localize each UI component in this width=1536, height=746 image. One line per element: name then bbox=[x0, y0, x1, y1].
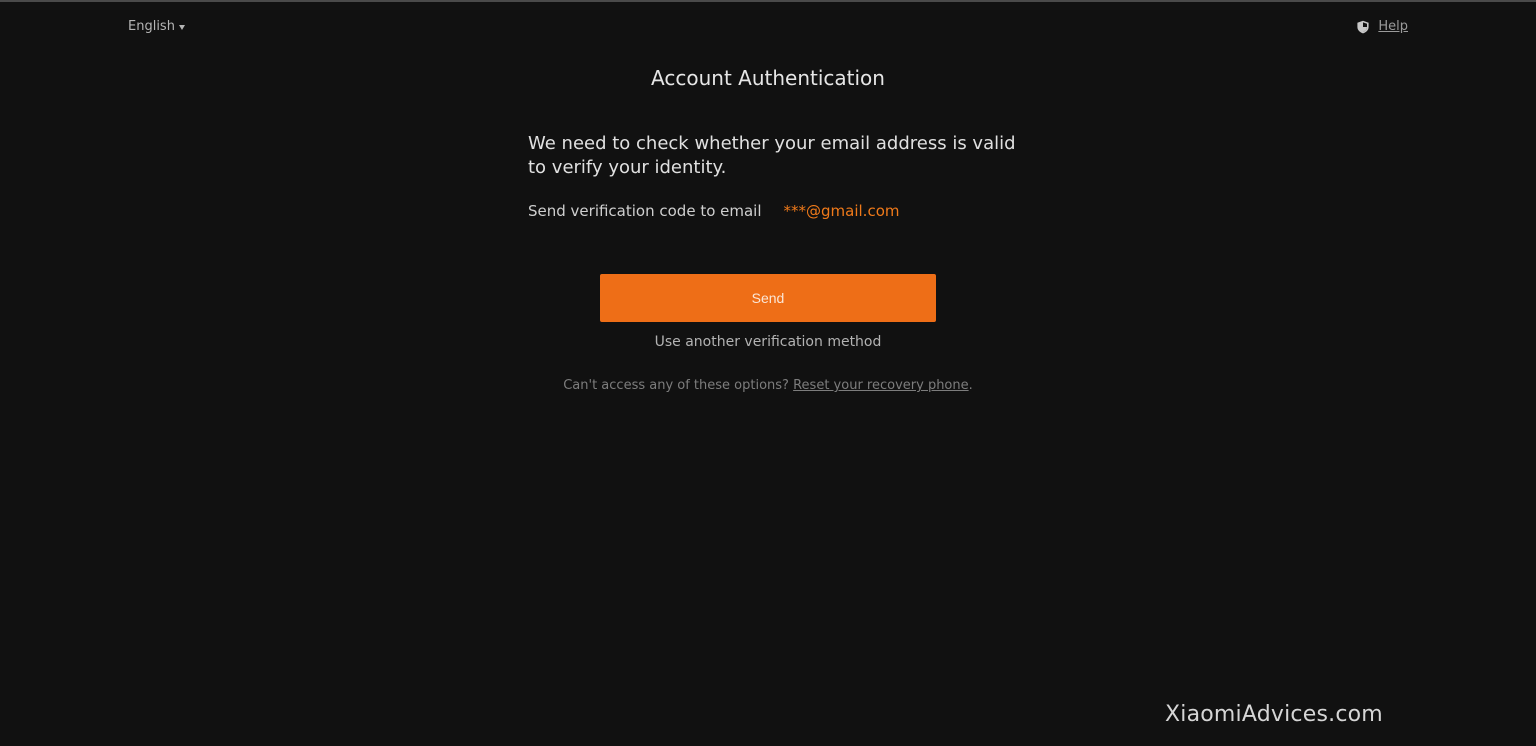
watermark: XiaomiAdvices.com bbox=[1165, 702, 1383, 727]
recovery-prefix: Can't access any of these options? bbox=[563, 378, 789, 393]
page: English Help Account Authentication We n… bbox=[0, 0, 1536, 746]
shield-icon bbox=[1357, 20, 1369, 33]
chevron-down-icon bbox=[178, 24, 185, 30]
recovery-suffix: . bbox=[968, 378, 973, 393]
email-row: Send verification code to email ***@gmai… bbox=[528, 202, 1018, 220]
alt-method-link[interactable]: Use another verification method bbox=[655, 334, 882, 350]
language-selector[interactable]: English bbox=[128, 19, 185, 34]
recovery-row: Can't access any of these options? Reset… bbox=[0, 378, 1536, 393]
alt-method-row: Use another verification method bbox=[0, 334, 1536, 350]
help-link[interactable]: Help bbox=[1378, 19, 1408, 34]
send-button[interactable]: Send bbox=[600, 274, 936, 322]
help-area: Help bbox=[1356, 19, 1408, 34]
reset-recovery-phone-link[interactable]: Reset your recovery phone bbox=[793, 378, 969, 393]
email-value: ***@gmail.com bbox=[783, 202, 900, 220]
email-label: Send verification code to email bbox=[528, 202, 762, 220]
top-border bbox=[0, 0, 1536, 2]
description: We need to check whether your email addr… bbox=[528, 133, 1016, 178]
content: We need to check whether your email addr… bbox=[528, 132, 1018, 220]
language-label: English bbox=[128, 19, 175, 34]
page-title: Account Authentication bbox=[651, 66, 885, 90]
